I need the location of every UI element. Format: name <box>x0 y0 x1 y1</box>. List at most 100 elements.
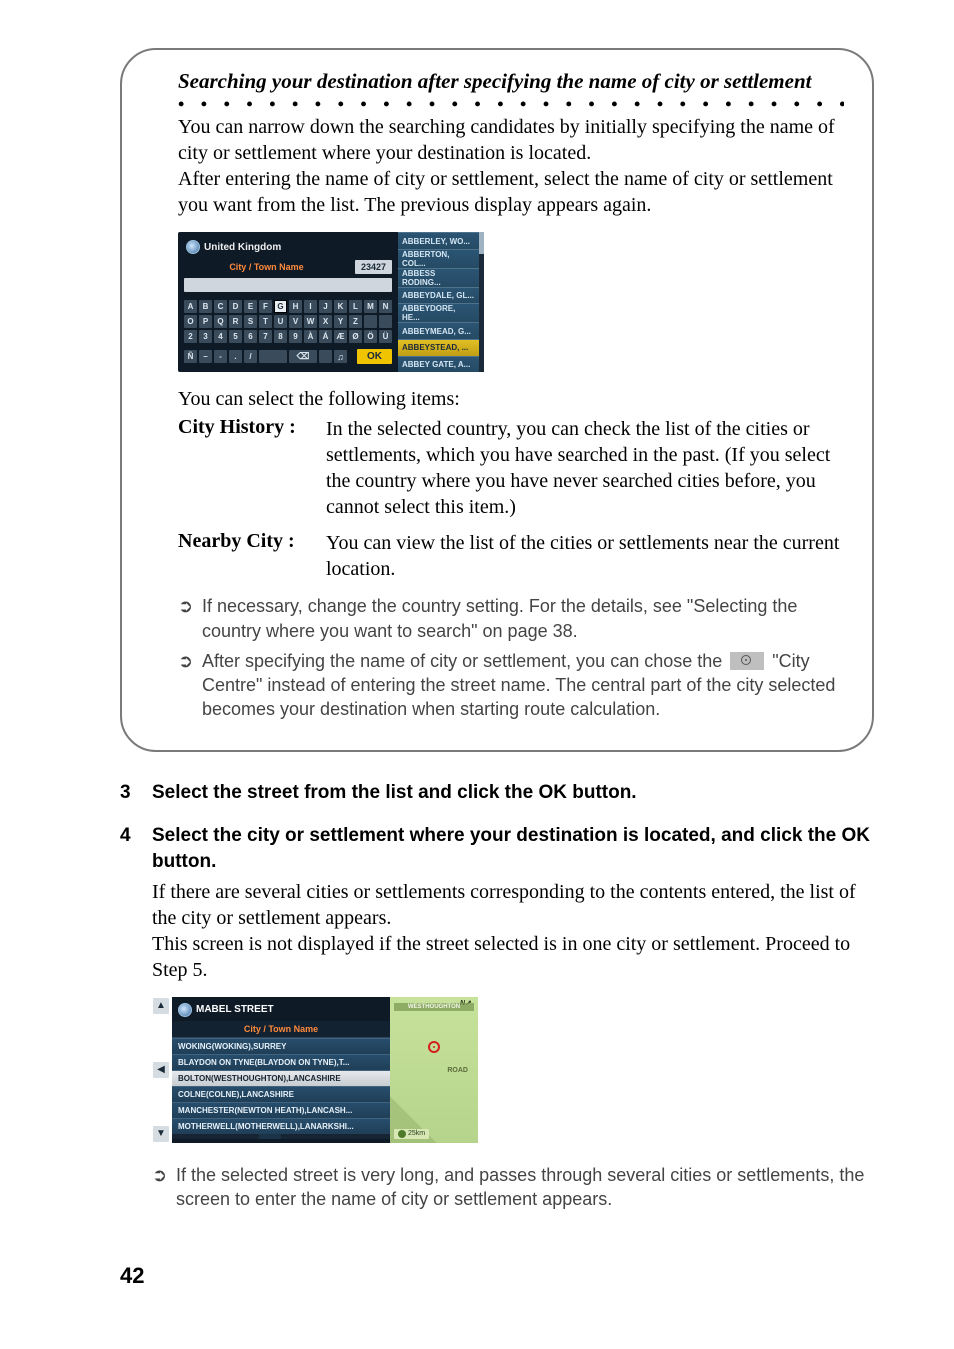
intro-paragraph-1: You can narrow down the searching candid… <box>178 114 844 166</box>
keyboard-key[interactable]: 8 <box>274 330 287 343</box>
keyboard-key[interactable]: Y <box>334 315 347 328</box>
keyboard-key[interactable]: 2 <box>184 330 197 343</box>
scroll-down-icon[interactable]: ▼ <box>153 1126 169 1142</box>
divider-dots: • • • • • • • • • • • • • • • • • • • • … <box>178 100 844 108</box>
keyboard-key[interactable]: A <box>184 300 197 313</box>
list-item[interactable]: ABBEY GATE, A... <box>398 356 479 373</box>
keyboard-key[interactable]: Z <box>349 315 362 328</box>
step-3: 3 Select the street from the list and cl… <box>120 780 874 806</box>
globe-icon <box>186 240 200 254</box>
list-header: City / Town Name <box>172 1021 390 1038</box>
music-key[interactable]: ♫ <box>334 350 347 363</box>
note-arrow-icon: ➲ <box>178 594 196 643</box>
keyboard-key[interactable]: K <box>334 300 347 313</box>
list-item[interactable]: ABBEYMEAD, G... <box>398 322 479 339</box>
city-centre-icon <box>730 652 764 670</box>
keyboard-key[interactable]: Ü <box>379 330 392 343</box>
keyboard-key[interactable]: H <box>289 300 302 313</box>
keyboard-key[interactable]: U <box>274 315 287 328</box>
map-road-label: ROAD <box>447 1067 468 1074</box>
keyboard-key[interactable]: Ø <box>349 330 362 343</box>
scroll-up-icon[interactable]: ▲ <box>153 998 169 1014</box>
note-1: ➲ If necessary, change the country setti… <box>178 594 844 643</box>
list-item[interactable]: MANCHESTER(NEWTON HEATH),LANCASH... <box>172 1102 390 1118</box>
keyboard-key[interactable]: 4 <box>214 330 227 343</box>
result-count: 23427 <box>355 260 392 274</box>
list-item[interactable]: ABBEYDORE, HE... <box>398 303 479 322</box>
city-list[interactable]: WOKING(WOKING),SURREYBLAYDON ON TYNE(BLA… <box>172 1038 390 1134</box>
list-item[interactable]: ABBESS RODING... <box>398 268 479 287</box>
list-scrollbar[interactable] <box>479 232 484 372</box>
keyboard-key[interactable]: M <box>364 300 377 313</box>
step-4-body-2: This screen is not displayed if the stre… <box>152 931 874 983</box>
keyboard-key[interactable] <box>379 315 392 328</box>
list-item[interactable]: COLNE(COLNE),LANCASHIRE <box>172 1086 390 1102</box>
bottom-scrollbar[interactable] <box>172 1134 390 1139</box>
definition-list: City History : In the selected country, … <box>178 416 844 582</box>
backspace-key[interactable]: ⌫ <box>289 350 317 363</box>
keyboard-key[interactable]: Ö <box>364 330 377 343</box>
keyboard-key[interactable]: J <box>319 300 332 313</box>
keyboard-key[interactable]: Q <box>214 315 227 328</box>
city-history-term: City History : <box>178 416 318 520</box>
keyboard-key[interactable]: Á <box>319 330 332 343</box>
keyboard-key[interactable]: G <box>274 300 287 313</box>
keyboard-screenshot: United Kingdom City / Town Name 23427 AB… <box>178 232 844 372</box>
intro-paragraph-2: After entering the name of city or settl… <box>178 166 844 218</box>
keyboard-key[interactable]: C <box>214 300 227 313</box>
keyboard-key[interactable] <box>259 350 287 363</box>
keyboard-key[interactable]: – <box>199 350 212 363</box>
list-item[interactable]: BLAYDON ON TYNE(BLAYDON ON TYNE),T... <box>172 1054 390 1070</box>
keyboard-key[interactable]: / <box>244 350 257 363</box>
map-scale: 25km <box>394 1129 429 1139</box>
list-item[interactable]: ABBERTON, COL... <box>398 249 479 268</box>
keyboard-key[interactable]: D <box>229 300 242 313</box>
keyboard-key[interactable]: O <box>184 315 197 328</box>
list-item[interactable]: ABBERLEY, WO... <box>398 232 479 249</box>
keyboard-key[interactable]: - <box>214 350 227 363</box>
keyboard-key[interactable]: B <box>199 300 212 313</box>
keyboard-key[interactable]: F <box>259 300 272 313</box>
map-preview: N↗ WESTHOUGHTON ROAD 25km <box>390 997 478 1143</box>
country-label: United Kingdom <box>204 242 281 253</box>
candidate-list[interactable]: ABBERLEY, WO...ABBERTON, COL...ABBESS RO… <box>398 232 484 372</box>
keyboard-key[interactable]: T <box>259 315 272 328</box>
list-item[interactable]: BOLTON(WESTHOUGHTON),LANCASHIRE <box>172 1070 390 1086</box>
keyboard-key[interactable]: 6 <box>244 330 257 343</box>
page-number: 42 <box>120 1263 144 1289</box>
keyboard-key[interactable]: I <box>304 300 317 313</box>
keyboard-key[interactable]: Ñ <box>184 350 197 363</box>
list-item[interactable]: WOKING(WOKING),SURREY <box>172 1038 390 1054</box>
list-item[interactable]: ABBEYDALE, GL... <box>398 287 479 304</box>
keyboard-key[interactable]: À <box>304 330 317 343</box>
step-4-body-1: If there are several cities or settlemen… <box>152 879 874 931</box>
keyboard-key[interactable]: R <box>229 315 242 328</box>
ok-button[interactable]: OK <box>357 349 392 364</box>
keyboard-key[interactable]: X <box>319 315 332 328</box>
keyboard-key[interactable]: V <box>289 315 302 328</box>
list-item[interactable]: ABBEYSTEAD, ... <box>398 339 479 356</box>
list-scroll-arrows[interactable]: ▲ ◀ ▼ <box>152 997 170 1143</box>
keyboard-key[interactable]: 9 <box>289 330 302 343</box>
keyboard-key[interactable]: W <box>304 315 317 328</box>
keyboard-key[interactable]: 3 <box>199 330 212 343</box>
keyboard-key[interactable]: S <box>244 315 257 328</box>
keyboard-key[interactable]: . <box>229 350 242 363</box>
keyboard-key[interactable]: 5 <box>229 330 242 343</box>
keyboard-key[interactable]: 7 <box>259 330 272 343</box>
note-arrow-icon: ➲ <box>152 1163 170 1212</box>
info-panel: Searching your destination after specify… <box>120 48 874 752</box>
onscreen-keyboard[interactable]: ABCDEFGHIJKLMN OPQRSTUVWXYZ 23456789ÀÁÆØ… <box>184 300 392 364</box>
scroll-left-icon[interactable]: ◀ <box>153 1062 169 1078</box>
keyboard-key[interactable]: N <box>379 300 392 313</box>
keyboard-key[interactable] <box>364 315 377 328</box>
note-2: ➲ After specifying the name of city or s… <box>178 649 844 722</box>
keyboard-key[interactable]: Æ <box>334 330 347 343</box>
globe-icon <box>178 1003 192 1017</box>
list-item[interactable]: MOTHERWELL(MOTHERWELL),LANARKSHI... <box>172 1118 390 1134</box>
city-input[interactable] <box>184 278 392 292</box>
keyboard-key[interactable]: E <box>244 300 257 313</box>
keyboard-key[interactable]: L <box>349 300 362 313</box>
keyboard-key[interactable]: P <box>199 315 212 328</box>
keyboard-key[interactable] <box>319 350 332 363</box>
